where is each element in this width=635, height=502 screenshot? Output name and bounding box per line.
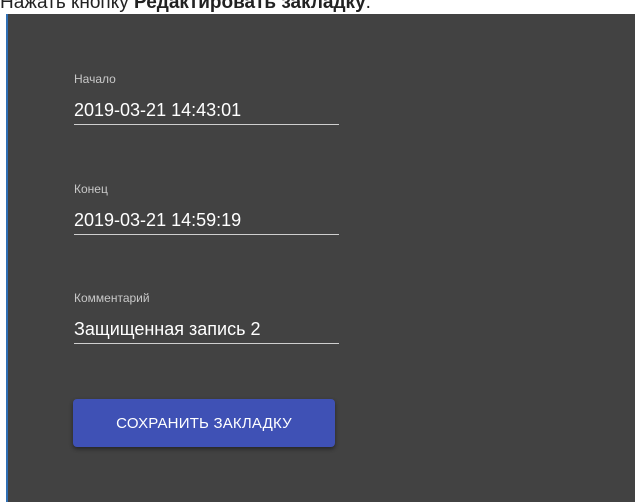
instruction-bold: Редактировать закладку xyxy=(134,0,366,13)
start-field: Начало 2019-03-21 14:43:01 xyxy=(74,72,339,125)
instruction-prefix: Нажать кнопку xyxy=(0,0,134,13)
comment-input[interactable]: Защищенная запись 2 xyxy=(74,317,339,344)
end-input[interactable]: 2019-03-21 14:59:19 xyxy=(74,208,339,235)
panel-left-edge xyxy=(6,14,8,502)
start-label: Начало xyxy=(74,72,116,86)
comment-field: Комментарий Защищенная запись 2 xyxy=(74,291,339,344)
start-input[interactable]: 2019-03-21 14:43:01 xyxy=(74,98,339,125)
instruction-suffix: . xyxy=(365,0,371,13)
instruction-text: Нажать кнопку Редактировать закладку. xyxy=(0,0,371,14)
comment-label: Комментарий xyxy=(74,291,150,305)
end-field: Конец 2019-03-21 14:59:19 xyxy=(74,182,339,235)
save-bookmark-button[interactable]: СОХРАНИТЬ ЗАКЛАДКУ xyxy=(73,399,335,447)
end-label: Конец xyxy=(74,182,108,196)
